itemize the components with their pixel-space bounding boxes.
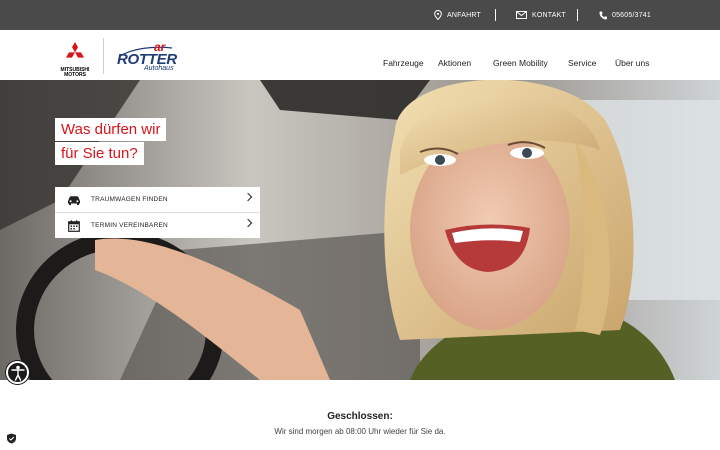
termin-vereinbaren-label: TERMIN VEREINBAREN xyxy=(91,222,168,229)
calendar-icon xyxy=(67,219,81,232)
traumwagen-finden-button[interactable]: TRAUMWAGEN FINDEN xyxy=(55,187,260,212)
hero-headline-line1: Was dürfen wir xyxy=(55,118,167,141)
rotter-subtitle: Autohaus xyxy=(144,65,174,72)
mail-icon xyxy=(516,11,527,19)
privacy-shield-icon[interactable] xyxy=(6,433,17,444)
opening-status-text: Wir sind morgen ab 08:00 Uhr wieder für … xyxy=(274,427,446,436)
mitsubishi-text-line2: MOTORS xyxy=(64,72,86,78)
nav-item-service[interactable]: Service xyxy=(568,58,596,68)
traumwagen-finden-label: TRAUMWAGEN FINDEN xyxy=(91,196,168,203)
topbar-divider xyxy=(577,9,578,21)
nav-item-green-mobility[interactable]: Green Mobility xyxy=(493,58,548,68)
chevron-right-icon xyxy=(243,218,253,228)
mitsubishi-logo[interactable]: MITSUBISHI MOTORS xyxy=(60,42,90,78)
anfahrt-link[interactable]: ANFAHRT xyxy=(434,0,481,30)
map-pin-icon xyxy=(434,10,442,20)
kontakt-link[interactable]: KONTAKT xyxy=(516,0,566,30)
rotter-logo[interactable]: ar ROTTER Autohaus xyxy=(114,40,184,74)
chevron-right-icon xyxy=(243,192,253,202)
opening-status-title: Geschlossen: xyxy=(327,411,393,422)
phone-icon xyxy=(599,11,607,20)
phone-link[interactable]: 05605/3741 xyxy=(599,0,651,30)
phone-label: 05605/3741 xyxy=(612,11,651,19)
termin-vereinbaren-button[interactable]: TERMIN VEREINBAREN xyxy=(55,213,260,238)
anfahrt-label: ANFAHRT xyxy=(447,11,481,19)
hero-headline-line2: für Sie tun? xyxy=(55,142,144,165)
accessibility-icon xyxy=(10,365,25,381)
hero-banner: Was dürfen wir für Sie tun? TRAUMWAGEN F… xyxy=(0,80,720,380)
topbar-divider xyxy=(495,9,496,21)
mitsubishi-diamonds-icon xyxy=(66,42,84,58)
nav-item-ueber-uns[interactable]: Über uns xyxy=(615,58,650,68)
logo-divider xyxy=(103,38,104,74)
accessibility-button[interactable] xyxy=(6,361,29,384)
car-icon xyxy=(67,194,81,206)
top-bar: ANFAHRT KONTAKT 05605/3741 xyxy=(0,0,720,30)
kontakt-label: KONTAKT xyxy=(532,11,566,19)
nav-item-aktionen[interactable]: Aktionen xyxy=(438,58,471,68)
nav-item-fahrzeuge[interactable]: Fahrzeuge xyxy=(383,58,424,68)
site-header xyxy=(0,30,720,80)
